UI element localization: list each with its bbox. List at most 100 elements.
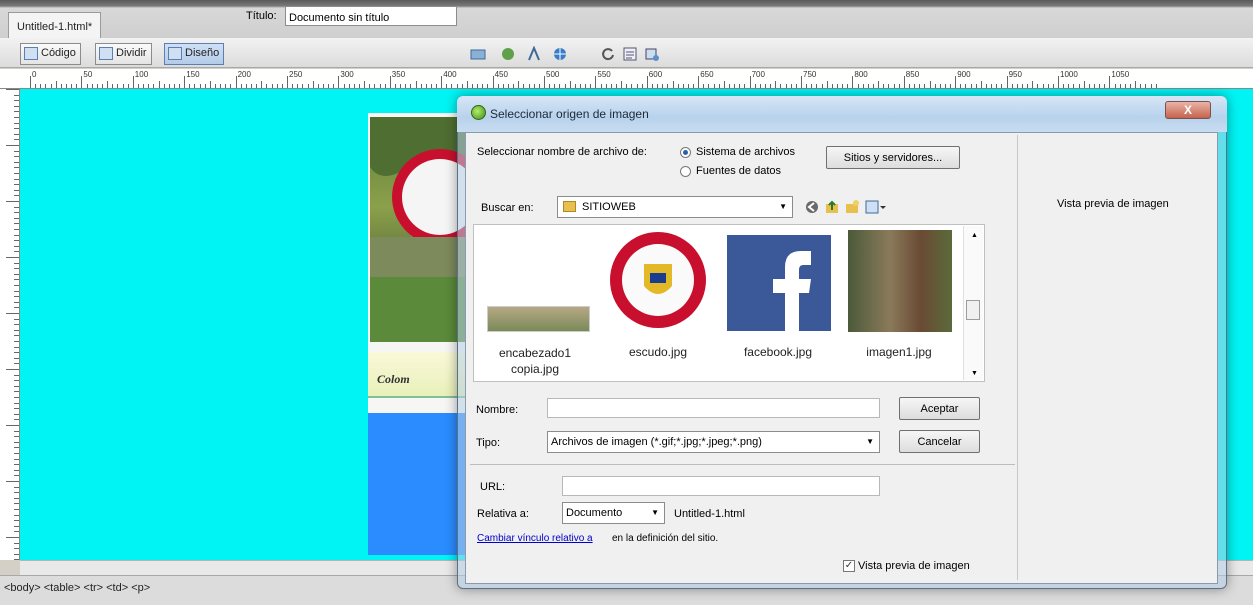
ruler-minor-tick — [127, 84, 129, 88]
back-icon[interactable] — [804, 199, 820, 215]
url-input[interactable] — [562, 476, 880, 496]
ruler-minor-tick — [538, 84, 540, 88]
radio-filesystem-label[interactable]: Sistema de archivos — [696, 146, 795, 158]
ruler-minor-tick — [1042, 84, 1044, 88]
ruler-minor-tick — [436, 84, 438, 88]
new-folder-icon[interactable] — [844, 199, 860, 215]
debug-icon[interactable] — [526, 46, 542, 62]
radio-datasources[interactable] — [680, 166, 691, 177]
ruler-minor-tick — [466, 81, 468, 88]
file-thumb-encabezado[interactable] — [487, 306, 590, 332]
vruler-tick — [6, 89, 19, 90]
vruler-tick — [6, 313, 19, 314]
ruler-minor-tick — [358, 84, 360, 88]
radio-filesystem[interactable] — [680, 147, 691, 158]
ruler-minor-tick — [1104, 84, 1106, 88]
design-view-button[interactable]: Diseño — [164, 43, 225, 65]
document-title-input[interactable] — [285, 6, 457, 26]
ruler-minor-tick — [1129, 84, 1131, 88]
look-in-dropdown[interactable]: SITIOWEB ▼ — [557, 196, 793, 218]
refresh-icon[interactable] — [600, 46, 616, 62]
view-menu-icon[interactable] — [864, 199, 886, 215]
ruler-minor-tick — [374, 84, 376, 88]
file-name-escudo[interactable]: escudo.jpg — [606, 344, 710, 360]
ruler-minor-tick — [508, 84, 510, 88]
ruler-minor-tick — [615, 84, 617, 88]
ruler-minor-tick — [549, 84, 551, 88]
ruler-label: 250 — [289, 70, 303, 79]
ruler-major-tick — [852, 76, 854, 88]
sites-servers-button[interactable]: Sitios y servidores... — [826, 146, 960, 169]
file-management-icon[interactable] — [470, 46, 486, 62]
ruler-minor-tick — [322, 84, 324, 88]
ruler-minor-tick — [60, 84, 62, 88]
cancel-button[interactable]: Cancelar — [899, 430, 980, 453]
ruler-minor-tick — [600, 84, 602, 88]
ruler-minor-tick — [636, 84, 638, 88]
dreamweaver-app-icon — [471, 105, 486, 120]
content-cell[interactable] — [368, 413, 465, 555]
radio-datasources-label[interactable]: Fuentes de datos — [696, 165, 781, 177]
file-thumb-facebook[interactable] — [727, 235, 831, 331]
ruler-minor-tick — [137, 84, 139, 88]
ruler-minor-tick — [785, 84, 787, 88]
ruler-minor-tick — [975, 84, 977, 88]
ruler-minor-tick — [502, 84, 504, 88]
view-options-icon[interactable] — [622, 46, 638, 62]
file-name-imagen1[interactable]: imagen1.jpg — [847, 344, 951, 360]
ruler-label: 800 — [854, 70, 868, 79]
ruler-minor-tick — [765, 84, 767, 88]
file-thumb-escudo[interactable] — [606, 229, 711, 331]
split-view-button[interactable]: Dividir — [95, 43, 152, 65]
ruler-major-tick — [235, 76, 237, 88]
look-in-label: Buscar en: — [481, 202, 534, 214]
header-image[interactable] — [370, 117, 465, 342]
visual-aids-icon[interactable] — [644, 46, 660, 62]
file-name-input[interactable] — [547, 398, 880, 418]
ruler-minor-tick — [163, 84, 165, 88]
ruler-minor-tick — [950, 84, 952, 88]
file-type-dropdown[interactable]: Archivos de imagen (*.gif;*.jpg;*.jpeg;*… — [547, 431, 880, 453]
ruler-minor-tick — [713, 84, 715, 88]
ruler-minor-tick — [477, 84, 479, 88]
file-name-encabezado[interactable]: encabezado1 copia.jpg — [483, 345, 587, 377]
ruler-minor-tick — [101, 84, 103, 88]
relative-to-dropdown[interactable]: Documento ▼ — [562, 502, 665, 524]
ruler-label: 100 — [134, 70, 149, 79]
scroll-up-icon[interactable]: ▲ — [971, 232, 978, 239]
ruler-minor-tick — [867, 84, 869, 88]
ruler-minor-tick — [168, 84, 170, 88]
tab-untitled-1[interactable]: Untitled-1.html* — [8, 12, 102, 38]
ruler-minor-tick — [1022, 84, 1024, 88]
close-button[interactable]: X — [1165, 101, 1211, 119]
ruler-minor-tick — [1088, 84, 1090, 88]
up-folder-icon[interactable] — [824, 199, 840, 215]
ruler-minor-tick — [189, 84, 191, 88]
file-list-scroll-thumb[interactable] — [966, 300, 980, 320]
change-relative-link[interactable]: Cambiar vínculo relativo a — [477, 533, 593, 544]
ruler-minor-tick — [297, 84, 299, 88]
preview-browser-icon[interactable] — [500, 46, 516, 62]
tag-selector[interactable]: <body> <table> <tr> <td> <p> — [4, 582, 150, 594]
ruler-minor-tick — [271, 84, 273, 88]
ruler-minor-tick — [996, 84, 998, 88]
ok-button[interactable]: Aceptar — [899, 397, 980, 420]
file-thumb-imagen1[interactable] — [848, 230, 952, 332]
ruler-label: 150 — [186, 70, 200, 79]
ruler-minor-tick — [497, 84, 499, 88]
preview-checkbox[interactable]: ✓ — [843, 560, 855, 572]
scroll-down-icon[interactable]: ▼ — [971, 370, 978, 377]
preview-checkbox-label[interactable]: Vista previa de imagen — [858, 560, 970, 572]
ruler-minor-tick — [1052, 84, 1054, 88]
ruler-minor-tick — [251, 84, 253, 88]
ruler-minor-tick — [554, 84, 556, 88]
ruler-minor-tick — [631, 84, 633, 88]
ruler-minor-tick — [919, 84, 921, 88]
code-view-button[interactable]: Código — [20, 43, 81, 65]
file-name-facebook[interactable]: facebook.jpg — [726, 344, 830, 360]
ruler-minor-tick — [574, 84, 576, 88]
globe-icon[interactable] — [552, 46, 568, 62]
ruler-major-tick — [646, 76, 648, 88]
ruler-minor-tick — [759, 84, 761, 88]
ruler-label: 50 — [83, 70, 93, 79]
